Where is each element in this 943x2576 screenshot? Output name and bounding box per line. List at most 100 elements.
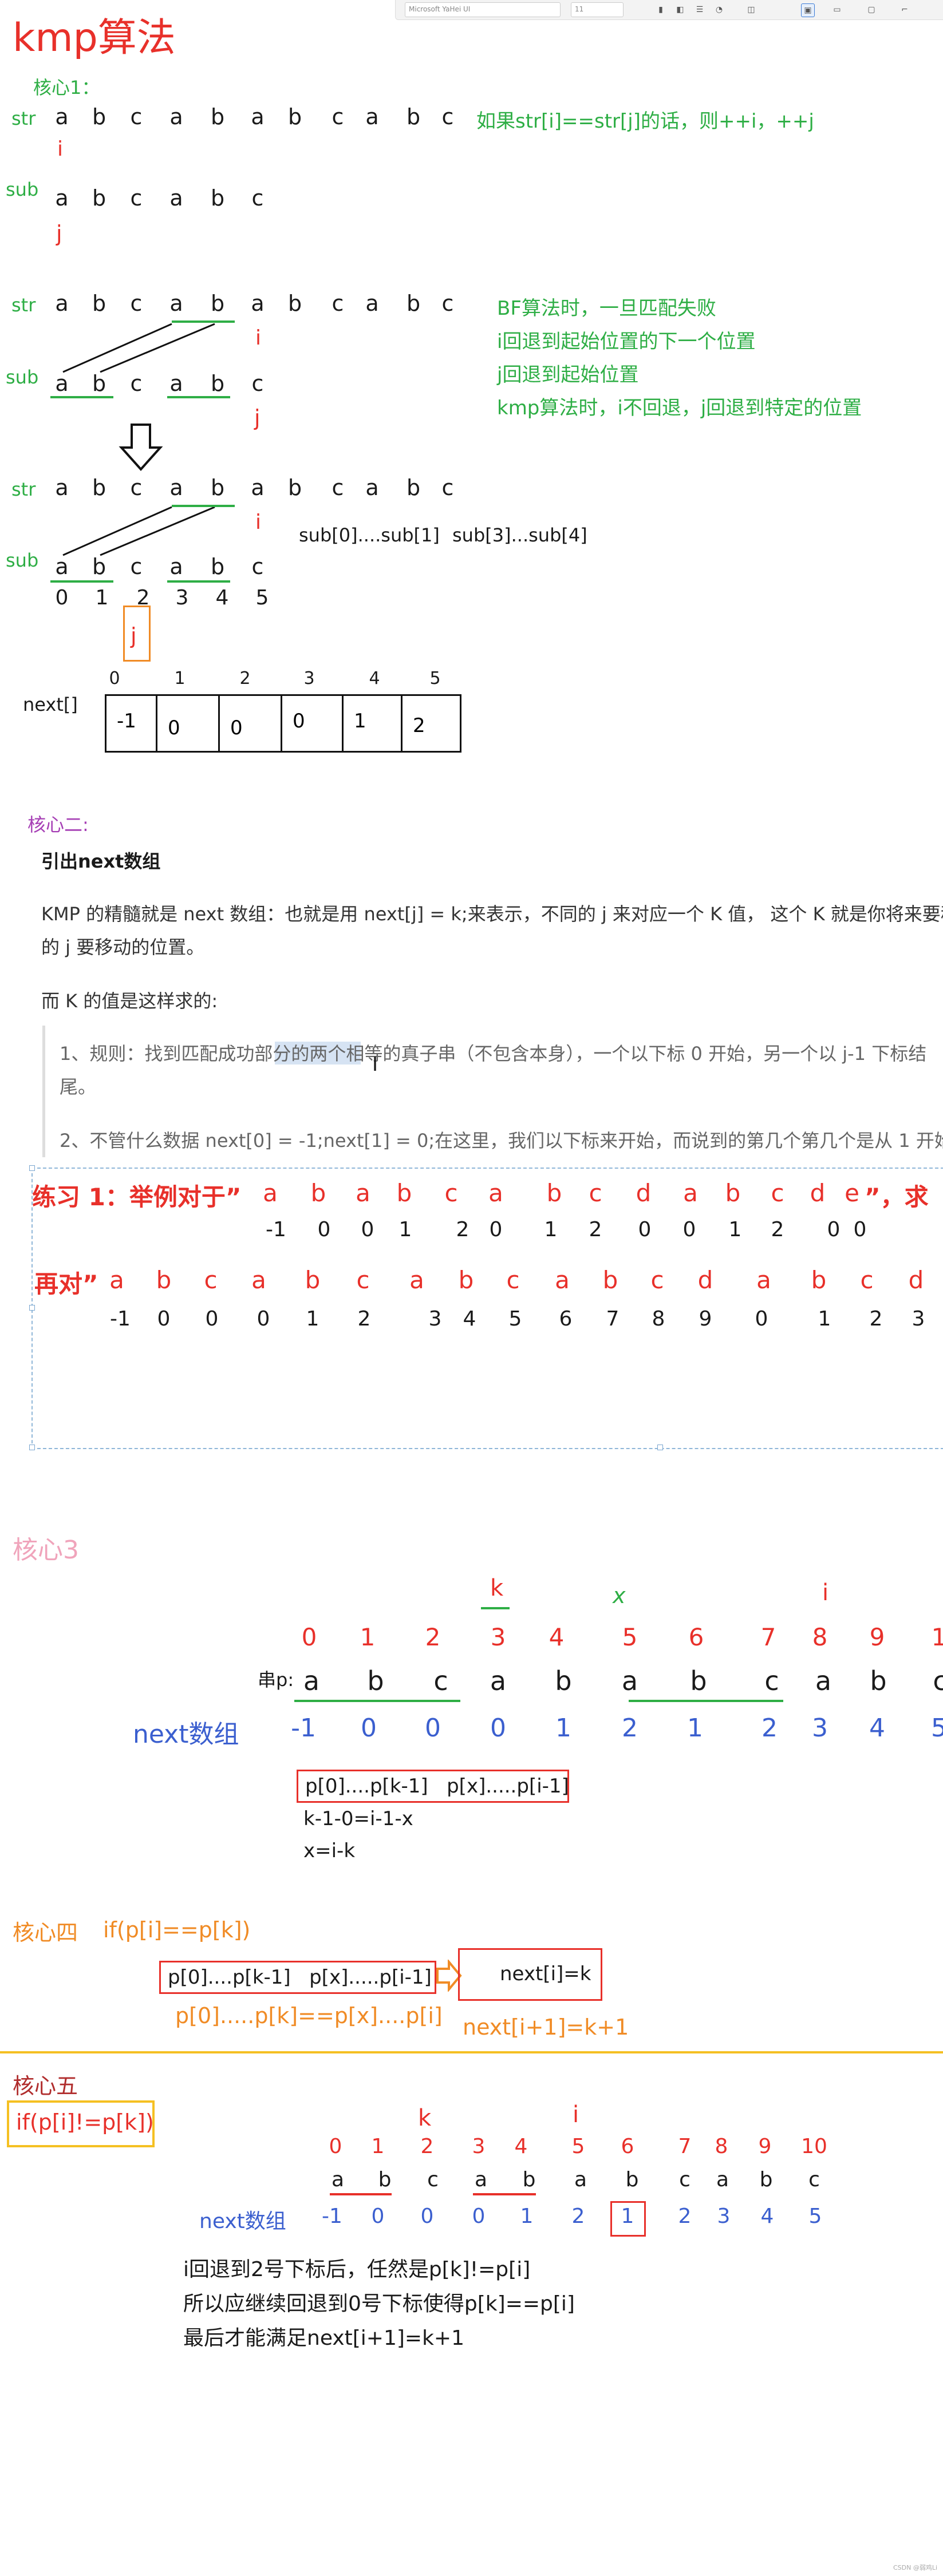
index: 7 <box>760 1623 776 1651</box>
core4-result: next[i+1]=k+1 <box>463 2015 629 2040</box>
letter: c <box>204 1266 218 1294</box>
index: 0 <box>301 1623 317 1651</box>
letter: a <box>303 1665 320 1696</box>
value: 0 <box>257 1307 270 1331</box>
practice1-label: 练习 1：举例对于” <box>32 1183 242 1211</box>
letter: c <box>860 1266 874 1294</box>
letter: c <box>933 1665 943 1696</box>
next-value: 1 <box>520 2205 534 2228</box>
next-cell: 2 <box>403 696 460 751</box>
watermark: CSDN @弱鸡Li <box>893 2564 938 2571</box>
core5-text1: i回退到2号下标后，任然是p[k]!=p[i] <box>183 2258 531 2281</box>
letter: c <box>808 2168 820 2191</box>
core2-heading: 引出next数组 <box>41 850 161 872</box>
letter: b <box>210 475 225 500</box>
core3-range-box: p[0]....p[k-1] p[x].....p[i-1] <box>297 1770 569 1803</box>
value: 0 <box>157 1307 171 1331</box>
index: 1 <box>360 1623 376 1651</box>
next-value: 0 <box>472 2205 486 2228</box>
match-underline <box>172 505 235 507</box>
letter: a <box>331 2168 345 2191</box>
next-value: 0 <box>490 1714 506 1743</box>
value: 7 <box>606 1307 620 1331</box>
resize-handle[interactable] <box>29 1165 35 1171</box>
value: 0 <box>827 1218 841 1241</box>
index: 7 <box>678 2135 692 2158</box>
index: 1 <box>371 2135 385 2158</box>
j-position-box: j <box>123 606 151 662</box>
letter: b <box>759 2168 773 2191</box>
core2-para2: 而 K 的值是这样求的: <box>41 990 218 1012</box>
next-value: -1 <box>322 2205 342 2228</box>
next-value: 2 <box>761 1714 778 1743</box>
resize-handle[interactable] <box>29 1305 35 1311</box>
index: 2 <box>425 1623 441 1651</box>
rule1: 1、规则：找到匹配成功部分的两个相等的真子串（不包含本身），一个以下标 0 开始… <box>60 1043 927 1065</box>
letter: b <box>811 1266 827 1294</box>
core5-text2: 所以应继续回退到0号下标使得p[k]==p[i] <box>183 2292 575 2316</box>
next-value: -1 <box>117 710 136 733</box>
letter: b <box>396 1179 412 1207</box>
value: 0 <box>317 1218 331 1241</box>
next-value: 1 <box>555 1714 571 1743</box>
core4-label: 核心四 <box>13 1920 78 1945</box>
letter: c <box>356 1266 370 1294</box>
i-marker: i <box>255 511 262 534</box>
index: 0 <box>329 2135 342 2158</box>
core2-para1: KMP 的精髓就是 next 数组：也就是用 next[j] = k;来表示，不… <box>41 903 943 925</box>
resize-handle[interactable] <box>29 1445 35 1450</box>
letter: a <box>409 1266 424 1294</box>
letter: b <box>555 1665 572 1696</box>
next-value: 0 <box>293 710 305 733</box>
index: 3 <box>472 2135 486 2158</box>
value: 0 <box>361 1218 374 1241</box>
value: 5 <box>508 1307 522 1331</box>
match-underline <box>294 1700 460 1702</box>
index: 5 <box>255 586 269 610</box>
value: 2 <box>771 1218 784 1241</box>
next-value: 1 <box>687 1714 703 1743</box>
core5-text3: 最后才能满足next[i+1]=k+1 <box>183 2326 464 2350</box>
letter: c <box>679 2168 691 2191</box>
letter: c <box>506 1266 520 1294</box>
range2: sub[3]...sub[4] <box>452 524 587 546</box>
next-value: 4 <box>760 2205 774 2228</box>
letter: c <box>441 475 454 500</box>
letter: c <box>427 2168 439 2191</box>
next-value: 3 <box>717 2205 731 2228</box>
next-cell: -1 <box>106 696 157 751</box>
index: 1 <box>95 586 109 610</box>
divider <box>0 2051 943 2053</box>
letter: b <box>287 475 302 500</box>
letter: a <box>169 554 183 579</box>
value: 8 <box>652 1307 665 1331</box>
resize-handle[interactable] <box>657 1445 663 1450</box>
value: 2 <box>589 1218 602 1241</box>
letter: b <box>305 1266 321 1294</box>
letter: a <box>365 475 379 500</box>
index: 4 <box>215 586 229 610</box>
index: 9 <box>758 2135 772 2158</box>
index: 2 <box>239 668 251 688</box>
letter: c <box>764 1665 779 1696</box>
k-marker: k <box>418 2105 432 2131</box>
result-box: next[i]=k <box>458 1948 602 2001</box>
range-text: p[0]....p[k-1] p[x].....p[i-1] <box>168 1966 432 1989</box>
core5-cond-box: if(p[i]!=p[k]) <box>7 2100 155 2147</box>
index: 0 <box>109 668 120 688</box>
letter: c <box>130 554 143 579</box>
letter: a <box>356 1179 370 1207</box>
letter: d <box>810 1179 826 1207</box>
index: 5 <box>429 668 441 688</box>
letter: b <box>690 1665 707 1696</box>
result-text: next[i]=k <box>500 1962 591 1985</box>
index: 10 <box>801 2135 827 2158</box>
core2-label: 核心二: <box>27 814 89 836</box>
value: 3 <box>428 1307 442 1331</box>
match-underline <box>167 580 230 583</box>
value: 0 <box>853 1218 867 1241</box>
next-value: 0 <box>425 1714 441 1743</box>
match-underline <box>50 580 113 583</box>
next-value: 5 <box>808 2205 822 2228</box>
letter: c <box>444 1179 458 1207</box>
